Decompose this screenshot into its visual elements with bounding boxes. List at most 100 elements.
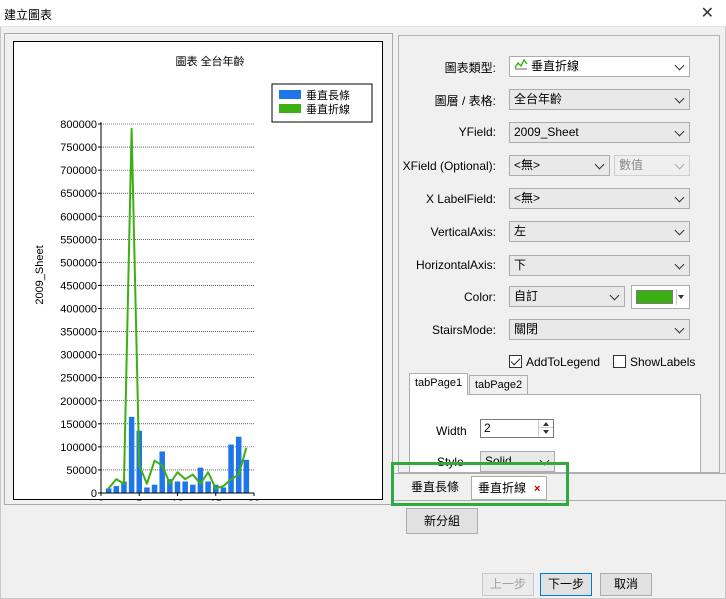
y-tick-label: 250000 <box>60 373 97 385</box>
series-tab-line-label: 垂直折線 <box>478 481 527 495</box>
tab-page1-content: Width 2 Style Solid <box>409 394 701 472</box>
y-tick-label: 600000 <box>60 211 97 223</box>
y-tick-label: 550000 <box>60 234 97 246</box>
y-tick-label: 400000 <box>60 304 97 316</box>
color-swatch <box>636 290 673 304</box>
bar <box>190 484 196 493</box>
chevron-down-icon <box>540 456 550 466</box>
vertical-axis-value: 左 <box>514 224 527 238</box>
chevron-down-icon <box>675 193 685 203</box>
chevron-down-icon <box>675 324 685 334</box>
settings-panel: 圖表類型: 垂直折線 圖層 / 表格: 全台年齡 YField: 2009_Sh… <box>398 35 720 473</box>
chevron-down-icon <box>675 94 685 104</box>
xfield-type-select: 數值 <box>614 155 690 176</box>
stairs-mode-label: StairsMode: <box>431 323 496 337</box>
y-axis-label: 2009_Sheet <box>34 245 46 304</box>
divider <box>676 289 677 305</box>
width-label: Width <box>436 424 467 438</box>
bar <box>228 444 234 493</box>
chevron-down-icon <box>675 127 685 137</box>
width-spinner[interactable]: 2 <box>480 419 554 438</box>
color-label: Color: <box>463 290 496 304</box>
tab-page2[interactable]: tabPage2 <box>469 375 529 395</box>
x-tick-label: 0 <box>98 499 104 501</box>
y-tick-label: 450000 <box>60 280 97 292</box>
layer-select[interactable]: 全台年齡 <box>509 89 690 110</box>
xlabelfield-label: X LabelField: <box>425 192 496 206</box>
tab-page1[interactable]: tabPage1 <box>409 373 469 395</box>
stairs-mode-select[interactable]: 關閉 <box>509 319 690 340</box>
yfield-select[interactable]: 2009_Sheet <box>509 122 690 143</box>
title-bar: 建立圖表 ✕ <box>0 0 726 27</box>
show-labels-label: ShowLabels <box>630 355 696 369</box>
chart-type-select[interactable]: 垂直折線 <box>509 56 690 77</box>
bar <box>128 416 135 493</box>
vertical-axis-label: VerticalAxis: <box>430 225 496 239</box>
legend-bar-label: 垂直長條 <box>306 88 350 102</box>
y-tick-label: 700000 <box>60 165 97 177</box>
bar <box>220 487 227 493</box>
x-tick-label: 15 <box>210 499 222 501</box>
xfield-label: XField (Optional): <box>402 159 496 173</box>
line-chart-icon <box>514 57 528 76</box>
style-select[interactable]: Solid <box>480 451 555 472</box>
legend-bar-swatch <box>279 90 301 99</box>
horizontal-axis-select[interactable]: 下 <box>509 255 690 276</box>
legend-line-label: 垂直折線 <box>306 102 350 116</box>
y-tick-label: 750000 <box>60 142 97 154</box>
close-icon[interactable]: × <box>534 483 540 495</box>
layer-label: 圖層 / 表格: <box>434 94 496 108</box>
chart-type-label: 圖表類型: <box>444 61 496 75</box>
chevron-down-icon <box>595 160 605 170</box>
vertical-axis-select[interactable]: 左 <box>509 221 690 242</box>
y-tick-label: 100000 <box>60 442 97 454</box>
cancel-button[interactable]: 取消 <box>600 573 652 596</box>
add-to-legend-checkbox[interactable] <box>509 355 522 368</box>
chevron-down-icon <box>610 291 620 301</box>
y-tick-label: 150000 <box>60 419 97 431</box>
show-labels-checkbox[interactable] <box>613 355 626 368</box>
xlabelfield-value: <無> <box>514 191 541 205</box>
bar <box>151 484 158 493</box>
series-tab-line[interactable]: 垂直折線 × <box>471 476 548 500</box>
style-tabs: tabPage1 tabPage2 Width 2 Style Solid <box>409 373 703 472</box>
y-tick-label: 500000 <box>60 257 97 269</box>
style-value: Solid <box>485 454 512 468</box>
style-label: Style <box>437 455 464 469</box>
y-tick-label: 800000 <box>60 119 97 131</box>
bar <box>105 488 112 493</box>
window-title: 建立圖表 <box>4 8 53 22</box>
xlabelfield-select[interactable]: <無> <box>509 188 690 209</box>
y-tick-label: 50000 <box>66 465 97 477</box>
width-value: 2 <box>484 421 491 435</box>
color-mode-value: 自訂 <box>514 289 539 303</box>
y-tick-label: 200000 <box>60 396 97 408</box>
series-tab-bar[interactable]: 垂直長條 <box>405 476 465 500</box>
close-icon[interactable]: ✕ <box>701 3 714 23</box>
y-tick-label: 300000 <box>60 350 97 362</box>
x-tick-label: 20 <box>248 499 260 501</box>
spin-up-icon[interactable] <box>539 420 553 428</box>
xfield-select[interactable]: <無> <box>509 155 610 176</box>
bar <box>205 481 211 493</box>
series-tab-bar-label: 垂直長條 <box>411 480 460 494</box>
chevron-down-icon <box>675 226 685 236</box>
xfield-value: <無> <box>514 158 541 172</box>
chevron-down-icon <box>675 260 685 270</box>
new-group-button[interactable]: 新分組 <box>406 508 478 534</box>
chart-frame: 圖表 全台年齡 2009_Sheet 0 50000 100000 150000 200… <box>13 41 383 501</box>
xfield-type-value: 數值 <box>619 158 644 172</box>
legend-line-swatch <box>279 104 301 113</box>
color-mode-select[interactable]: 自訂 <box>509 286 625 307</box>
next-button[interactable]: 下一步 <box>540 573 592 596</box>
spin-down-icon[interactable] <box>539 428 553 436</box>
color-picker-button[interactable] <box>631 285 690 309</box>
y-tick-label: 350000 <box>60 327 97 339</box>
chart-preview-panel: 圖表 全台年齡 2009_Sheet 0 50000 100000 150000 200… <box>4 33 393 505</box>
bar <box>144 487 150 493</box>
horizontal-axis-label: HorizontalAxis: <box>415 258 496 272</box>
bar <box>182 481 188 493</box>
bar <box>113 486 120 493</box>
x-tick-label: 5 <box>136 499 142 501</box>
chart-type-value: 垂直折線 <box>531 59 580 73</box>
